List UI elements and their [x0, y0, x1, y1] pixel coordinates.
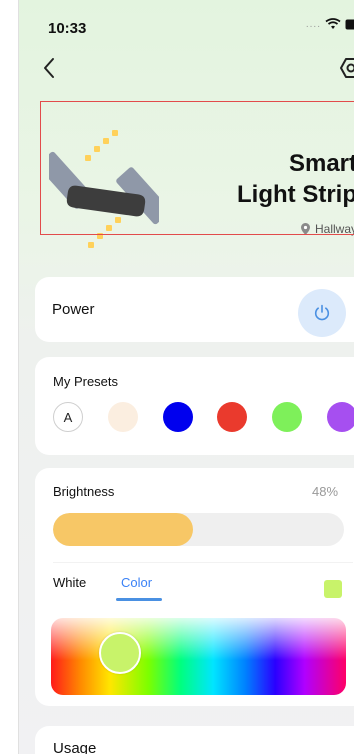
device-name-line1: Smart	[288, 150, 354, 177]
status-time: 10:33	[48, 20, 87, 37]
light-strip-image	[49, 130, 159, 248]
usage-card: Usage	[35, 726, 354, 754]
color-spectrum[interactable]	[51, 618, 346, 695]
preset-color[interactable]	[272, 402, 302, 432]
settings-hexagon-icon[interactable]	[339, 56, 354, 80]
brightness-slider-fill	[53, 513, 193, 546]
device-name-line2: Light Strip	[237, 181, 354, 208]
device-location: Hallway	[300, 222, 354, 236]
status-icons: ....	[306, 18, 354, 30]
preset-color[interactable]	[217, 402, 247, 432]
light-control-card: Brightness 48% White Color	[35, 468, 354, 706]
brightness-slider[interactable]	[53, 513, 344, 546]
map-pin-icon	[300, 223, 310, 235]
power-card: Power	[35, 277, 354, 342]
usage-label: Usage	[53, 740, 97, 754]
power-button[interactable]	[298, 289, 346, 337]
preset-a[interactable]: A	[53, 402, 83, 432]
status-bar: 10:33 ....	[19, 0, 354, 56]
brightness-value: 48%	[312, 484, 339, 499]
selected-color-swatch[interactable]	[324, 580, 342, 598]
signal-dots: ....	[305, 18, 321, 30]
power-label: Power	[52, 301, 95, 318]
preset-color[interactable]	[327, 402, 354, 432]
tab-color[interactable]: Color	[121, 575, 152, 590]
app-screen: 10:33 .... Smart Light Strip Hallway Pow…	[18, 0, 354, 754]
device-title: Smart Light Strip	[237, 148, 354, 210]
location-label: Hallway	[314, 222, 354, 236]
power-icon	[314, 304, 330, 321]
preset-a-label: A	[63, 409, 73, 425]
brightness-label: Brightness	[53, 484, 115, 499]
presets-card: My Presets A	[35, 357, 354, 455]
chevron-left-icon[interactable]	[38, 54, 62, 82]
presets-label: My Presets	[53, 374, 119, 389]
wifi-icon	[325, 18, 341, 29]
preset-color[interactable]	[163, 402, 193, 432]
preset-color[interactable]	[108, 402, 138, 432]
color-picker-handle[interactable]	[99, 632, 141, 674]
divider	[53, 562, 353, 563]
battery-icon	[345, 19, 354, 29]
active-tab-indicator	[116, 598, 162, 601]
tab-white[interactable]: White	[53, 575, 86, 590]
